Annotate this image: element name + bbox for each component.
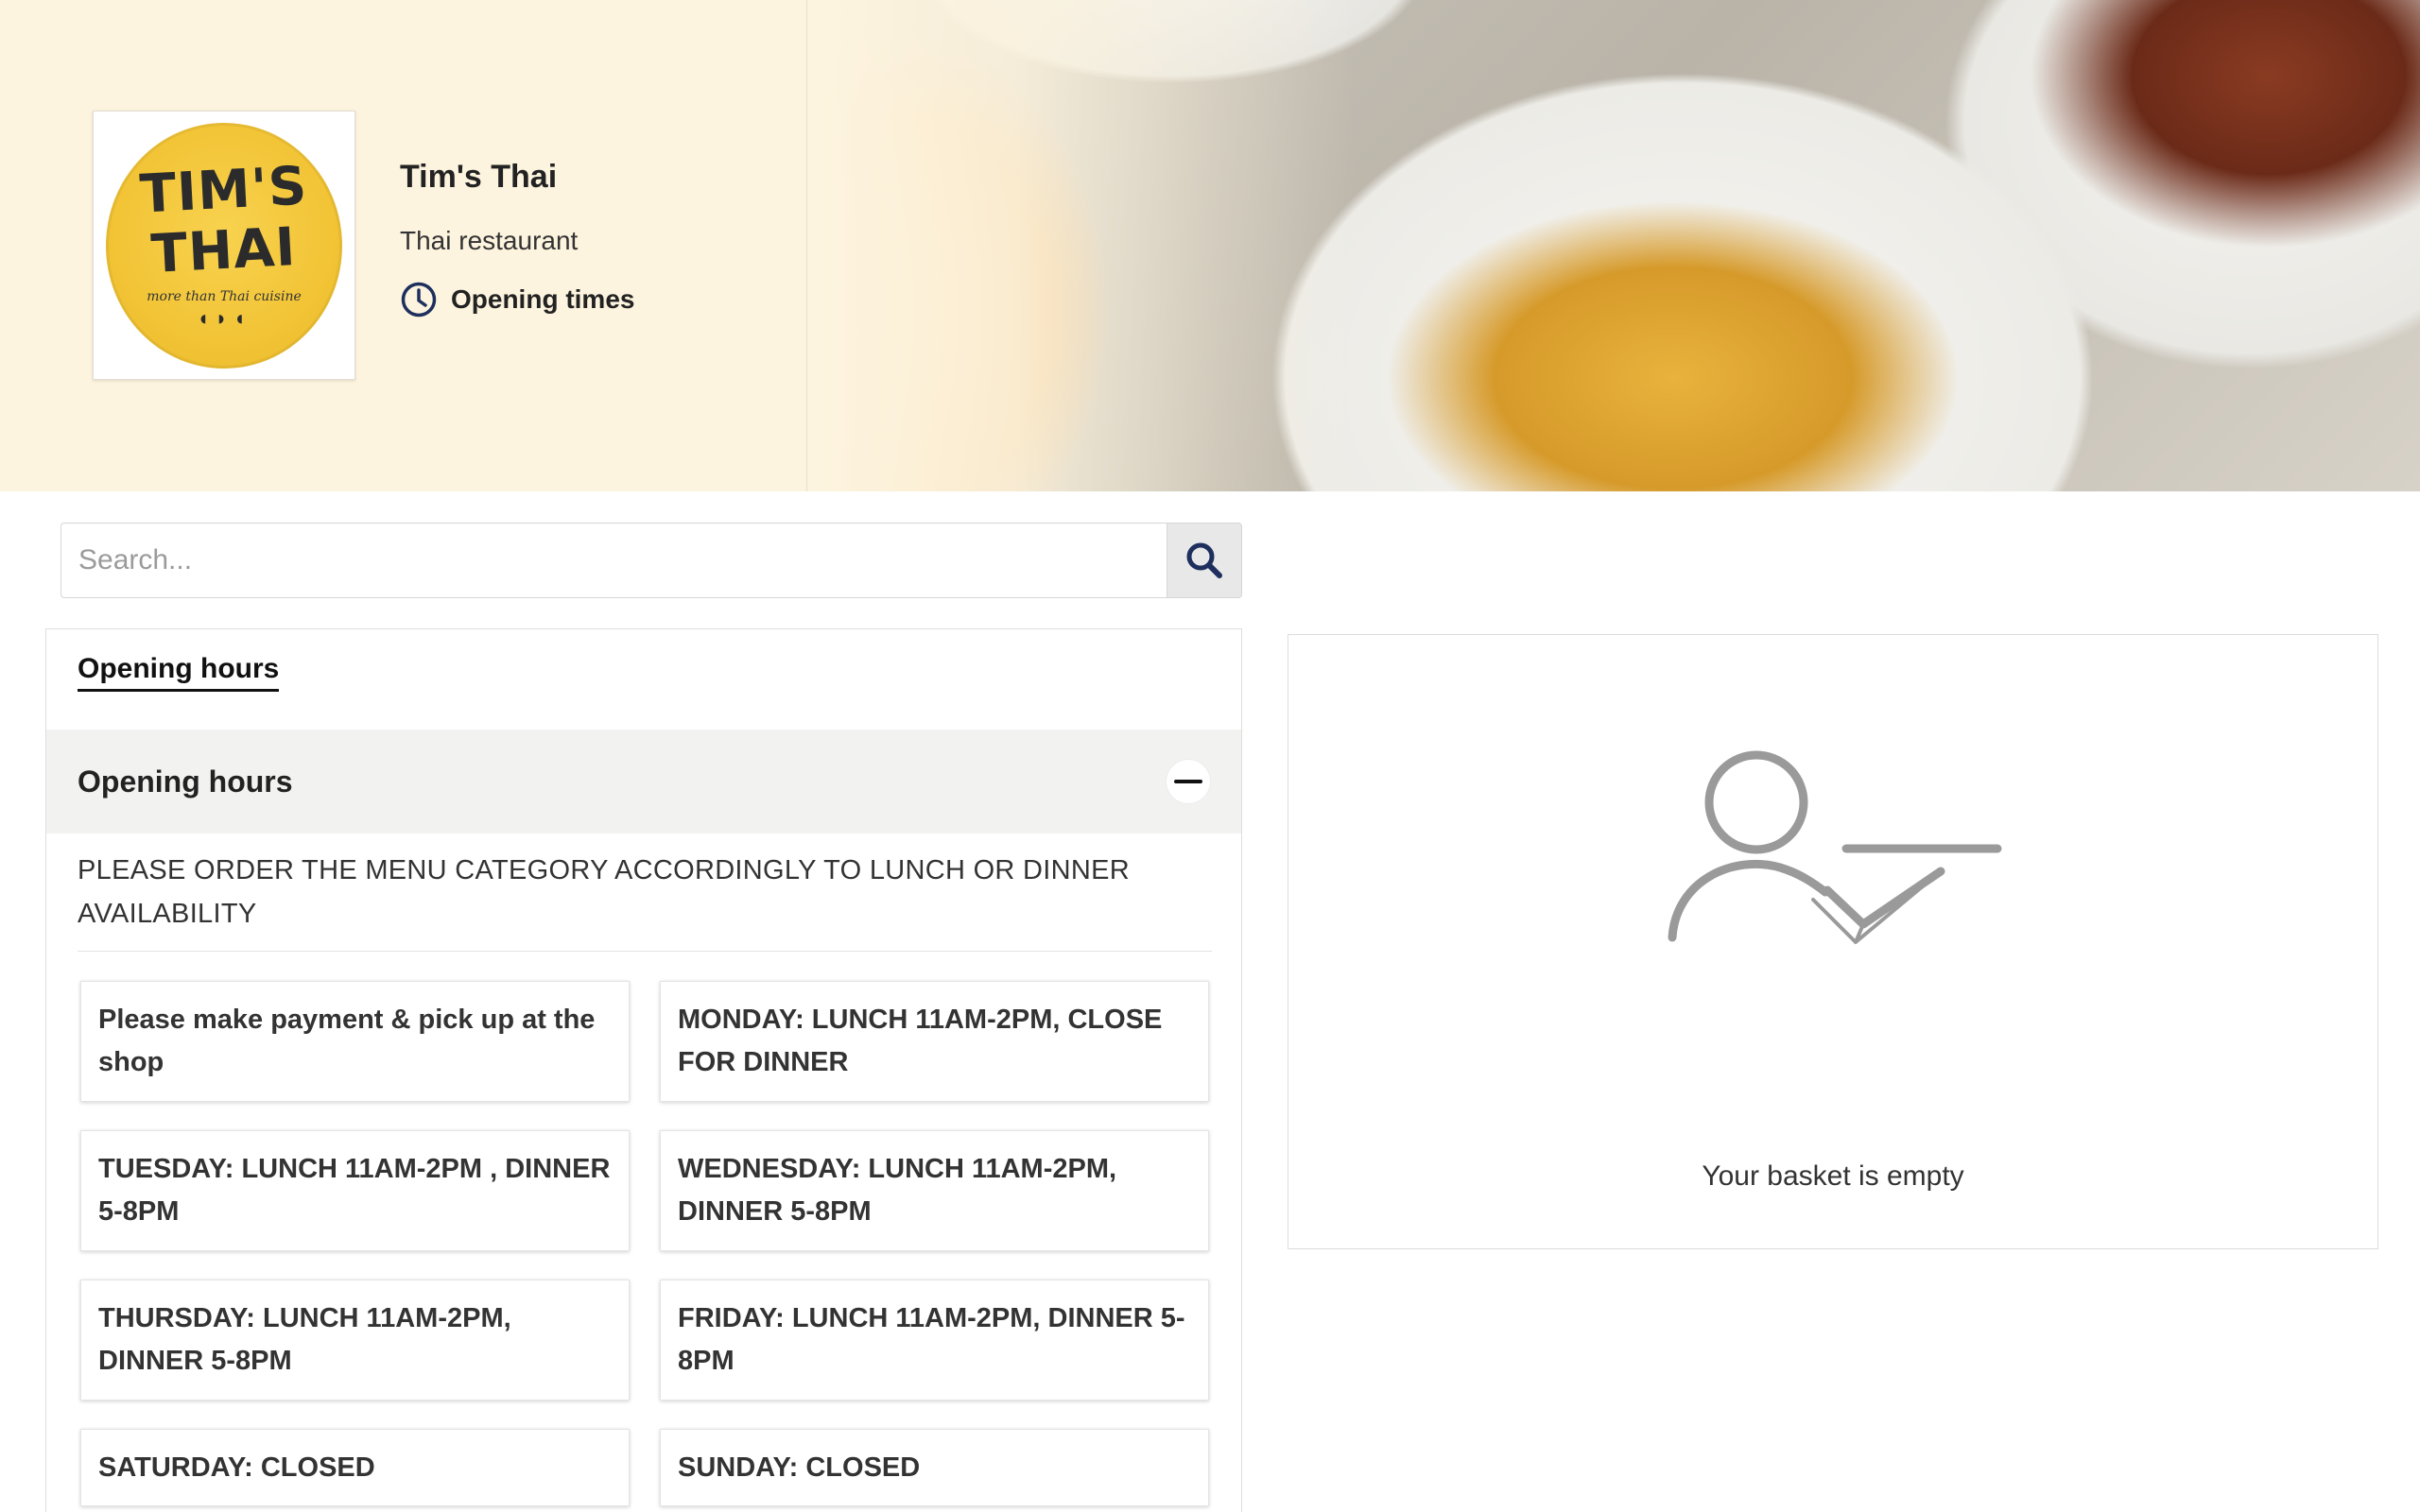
user-check-icon <box>1668 750 2002 944</box>
section-title: Opening hours <box>78 764 293 799</box>
search-bar <box>60 523 1242 598</box>
tab-bar: Opening hours <box>46 629 1241 730</box>
logo-tagline: more than Thai cuisine <box>147 288 302 304</box>
basket-empty-text: Your basket is empty <box>1702 1160 1964 1192</box>
search-button[interactable] <box>1167 523 1242 598</box>
opening-hours-panel: Opening hours Opening hours PLEASE ORDER… <box>45 628 1242 1512</box>
hours-card: SATURDAY: CLOSED <box>80 1429 630 1506</box>
basket-panel: Your basket is empty <box>1288 634 2378 1249</box>
hours-card: Please make payment & pick up at the sho… <box>80 981 630 1102</box>
hero-gradient <box>0 0 2420 491</box>
order-notice: PLEASE ORDER THE MENU CATEGORY ACCORDING… <box>78 855 1131 929</box>
hours-card: SUNDAY: CLOSED <box>660 1429 1209 1506</box>
logo-text-line2: THAI <box>149 215 299 285</box>
opening-times-link[interactable]: Opening times <box>400 281 634 318</box>
hero-divider <box>806 0 807 491</box>
hours-card: THURSDAY: LUNCH 11AM-2PM, DINNER 5-8PM <box>80 1280 630 1400</box>
logo-badge: TIM'S THAI more than Thai cuisine ◖◗◖ <box>106 122 342 369</box>
tab-opening-hours[interactable]: Opening hours <box>78 653 280 692</box>
shop-type: Thai restaurant <box>400 226 579 255</box>
divider <box>78 951 1212 952</box>
hours-card: FRIDAY: LUNCH 11AM-2PM, DINNER 5-8PM <box>660 1280 1209 1400</box>
collapse-button[interactable] <box>1167 760 1210 803</box>
shop-logo: TIM'S THAI more than Thai cuisine ◖◗◖ <box>93 111 355 380</box>
opening-hours-section-header[interactable]: Opening hours <box>46 730 1241 833</box>
logo-text-line1: TIM'S <box>138 154 310 226</box>
minus-icon <box>1174 780 1202 783</box>
hours-card: MONDAY: LUNCH 11AM-2PM, CLOSE FOR DINNER <box>660 981 1209 1102</box>
search-icon <box>1186 542 1222 578</box>
clock-icon <box>400 281 438 318</box>
hours-card: TUESDAY: LUNCH 11AM-2PM , DINNER 5-8PM <box>80 1130 630 1251</box>
hero-banner: TIM'S THAI more than Thai cuisine ◖◗◖ Ti… <box>0 0 2420 491</box>
opening-times-label: Opening times <box>451 284 635 314</box>
shop-name: Tim's Thai <box>400 159 558 195</box>
search-input[interactable] <box>60 523 1167 598</box>
hours-card: WEDNESDAY: LUNCH 11AM-2PM, DINNER 5-8PM <box>660 1130 1209 1251</box>
logo-chili-icon: ◖◗◖ <box>197 305 251 330</box>
